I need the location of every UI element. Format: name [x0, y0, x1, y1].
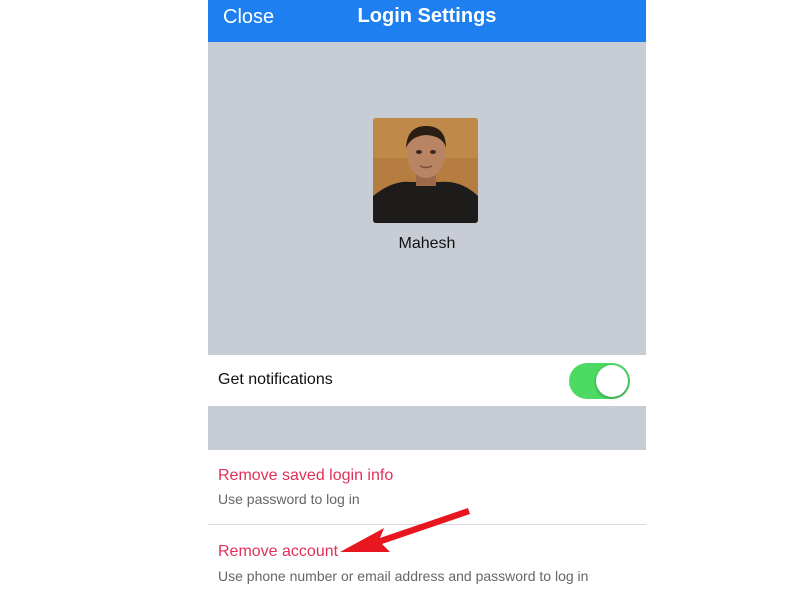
remove-account-description: Use phone number or email address and pa…: [218, 568, 589, 584]
page-title: Login Settings: [357, 5, 497, 27]
notifications-label: Get notifications: [218, 371, 333, 388]
remove-account-link[interactable]: Remove account: [218, 543, 338, 561]
notifications-row: Get notifications: [208, 355, 646, 406]
profile-name: Mahesh: [398, 235, 456, 252]
remove-saved-login-link[interactable]: Remove saved login info: [218, 467, 393, 485]
avatar: [373, 118, 478, 223]
annotation-arrow-icon: [340, 508, 470, 552]
remove-saved-login-description: Use password to log in: [218, 491, 360, 507]
notifications-toggle[interactable]: [569, 363, 630, 399]
navigation-bar: Close Login Settings: [208, 0, 646, 42]
toggle-knob: [596, 365, 628, 397]
profile-photo-icon: [373, 118, 478, 223]
